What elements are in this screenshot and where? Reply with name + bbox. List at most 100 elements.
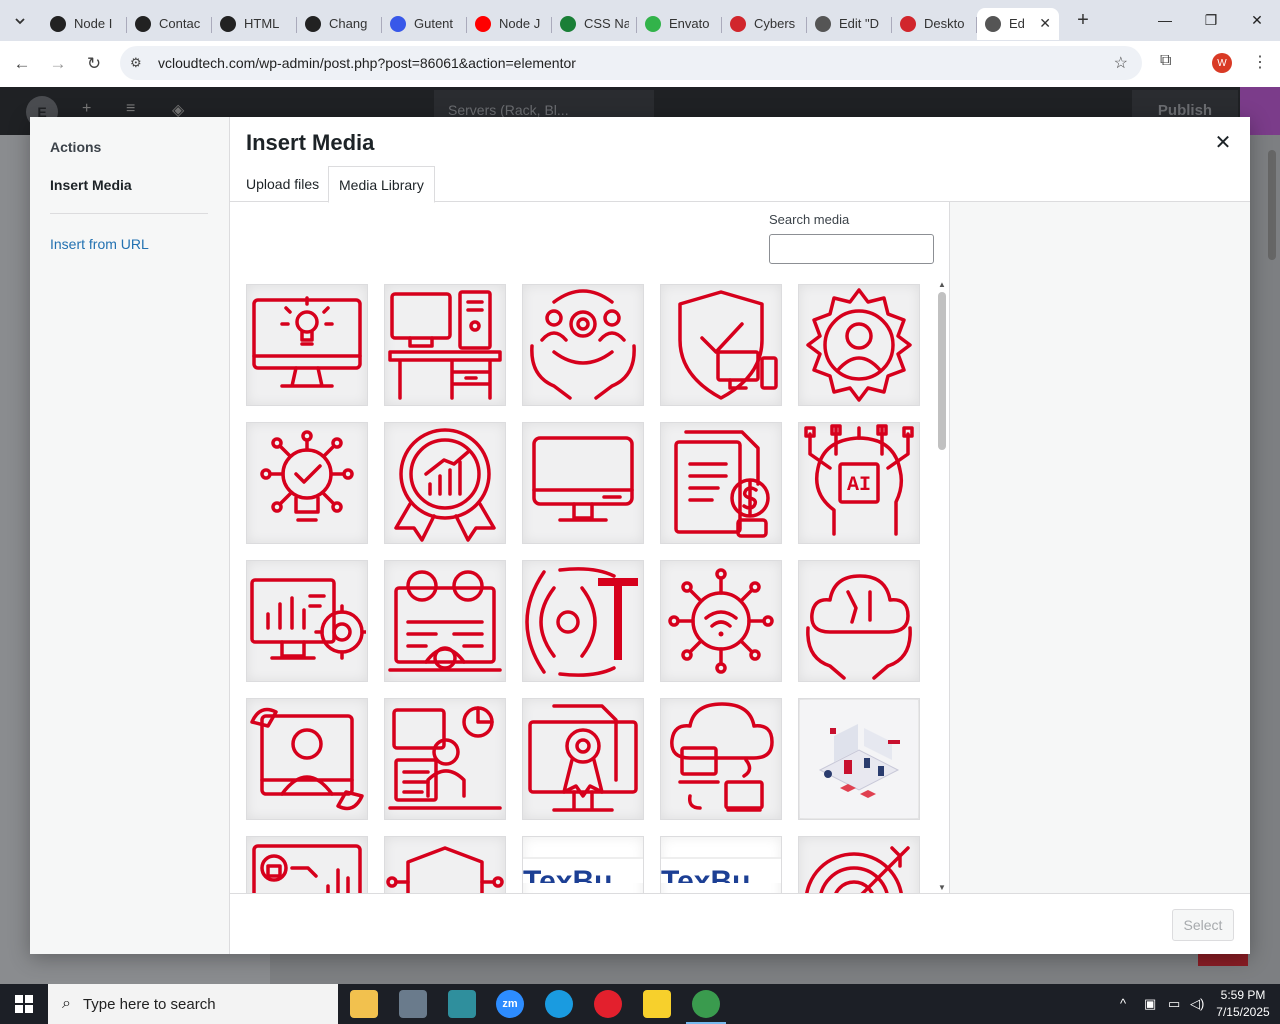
media-item[interactable]: TexBu [660,836,782,893]
sticky-notes-icon[interactable] [643,990,671,1018]
media-item[interactable] [384,836,506,893]
texbu-logo-text: TexBu [523,865,613,884]
documents-dollar-icon [674,430,770,538]
network-icon[interactable]: ▭ [1168,996,1180,1012]
reload-button[interactable]: ↻ [76,46,112,82]
media-grid-container: AI TexBu TexBu [230,280,935,893]
menu-item-insert-media[interactable]: Insert Media [50,177,132,193]
forward-button[interactable]: → [40,46,76,82]
media-item[interactable] [246,836,368,893]
media-item[interactable] [798,836,920,893]
scroll-down-icon[interactable]: ▼ [937,883,947,893]
tab-search-button[interactable] [6,7,34,35]
volume-icon[interactable]: ◁) [1190,996,1204,1012]
search-media-input[interactable] [769,234,934,264]
browser-tab[interactable]: Deskto [892,8,977,40]
browser-tab[interactable]: Edit "D [807,8,892,40]
isometric-illustration-icon [800,700,918,818]
media-item[interactable] [522,560,644,682]
select-button[interactable]: Select [1172,909,1234,941]
window-close-button[interactable]: ✕ [1234,0,1280,40]
media-item[interactable] [246,560,368,682]
media-item[interactable] [522,422,644,544]
tab-label: Node J [499,16,541,31]
media-item[interactable] [384,284,506,406]
texbu-logo-text: TexBu [661,865,751,884]
browser-tab[interactable]: Envato [637,8,722,40]
media-item[interactable] [384,698,506,820]
shield-devices-icon [678,290,778,400]
tab-label: Ed [1009,16,1025,31]
search-media-label: Search media [769,212,850,227]
browser-toolbar: ← → ↻ ⚙ vcloudtech.com/wp-admin/post.php… [0,41,1280,87]
tab-upload-files[interactable]: Upload files [236,166,329,202]
browser-tab[interactable]: Node J [467,8,552,40]
media-item[interactable] [522,284,644,406]
back-button[interactable]: ← [4,46,40,82]
media-router-tabs: Upload files Media Library [230,166,1250,203]
media-item[interactable] [798,560,920,682]
browser-tab[interactable]: CSS Na [552,8,637,40]
browser-tab[interactable]: Chang [297,8,382,40]
media-item[interactable] [522,698,644,820]
taskbar-search-box[interactable]: ⌕ Type here to search [48,984,338,1024]
bookmark-star-icon[interactable]: ☆ [1114,53,1128,73]
settings-sliders-icon[interactable]: ≡ [126,100,135,118]
search-icon: ⌕ [62,995,71,1012]
file-explorer-icon[interactable] [350,990,378,1018]
svg-text:AI: AI [847,474,871,497]
editor-scrollbar[interactable] [1266,150,1276,980]
browser-tab[interactable]: Gutent [382,8,467,40]
tray-app-icon[interactable]: ▣ [1144,996,1156,1012]
menu-item-insert-from-url[interactable]: Insert from URL [50,236,149,252]
media-item[interactable]: TexBu [522,836,644,893]
new-tab-button[interactable]: + [1069,7,1097,35]
media-item[interactable]: AI [798,422,920,544]
app-icon[interactable] [448,990,476,1018]
profile-avatar[interactable]: W [1212,53,1232,73]
app-icon[interactable] [399,990,427,1018]
zoom-icon[interactable]: zm [496,990,524,1018]
menu-dots-icon[interactable]: ⋮ [1252,52,1268,72]
opera-icon[interactable] [594,990,622,1018]
tray-chevron-icon[interactable]: ^ [1120,996,1126,1011]
restore-button[interactable]: ❐ [1188,0,1234,40]
media-item[interactable] [246,284,368,406]
start-button[interactable] [0,984,48,1024]
browser-tab-active[interactable]: Ed ✕ [977,7,1059,40]
browser-tab[interactable]: Node I [42,8,127,40]
close-tab-icon[interactable]: ✕ [1039,15,1051,32]
browser-tab[interactable]: HTML [212,8,297,40]
media-item[interactable] [246,698,368,820]
chrome-icon[interactable] [686,990,726,1024]
tab-label: Chang [329,16,368,31]
taskbar-clock[interactable]: 5:59 PM 7/15/2025 [1210,987,1276,1021]
tab-media-library[interactable]: Media Library [328,166,435,203]
close-icon[interactable]: ✕ [1212,131,1234,154]
add-element-icon[interactable]: + [82,100,91,118]
media-item[interactable] [798,698,920,820]
media-item[interactable] [660,284,782,406]
scroll-up-icon[interactable]: ▲ [937,280,947,290]
minimize-button[interactable]: — [1142,0,1188,40]
media-item[interactable] [798,284,920,406]
edge-icon[interactable] [545,990,573,1018]
media-item[interactable] [660,560,782,682]
tab-label: Cybers [754,16,796,31]
tab-favicon-icon [305,15,321,32]
media-grid-scrollbar[interactable]: ▲ ▼ [937,280,947,893]
media-item[interactable] [246,422,368,544]
media-item[interactable] [384,422,506,544]
media-item[interactable] [660,422,782,544]
scrollbar-thumb[interactable] [938,292,946,450]
address-bar[interactable]: ⚙ vcloudtech.com/wp-admin/post.php?post=… [120,46,1142,80]
site-info-icon[interactable]: ⚙ [130,55,152,71]
monitor-icon [532,436,634,522]
browser-tab[interactable]: Cybers [722,8,807,40]
media-item[interactable] [660,698,782,820]
media-item[interactable] [384,560,506,682]
tab-favicon-icon [900,15,916,32]
extensions-icon[interactable]: ⧉ [1160,52,1171,70]
browser-tab[interactable]: Contac [127,8,212,40]
media-toolbar: Select [230,893,1250,954]
